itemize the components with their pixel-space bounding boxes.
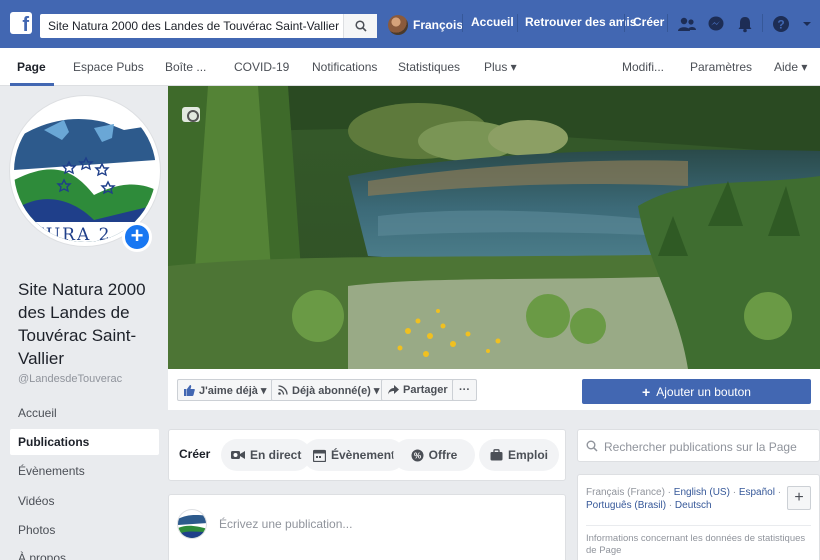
tab-page[interactable]: Page [17, 60, 46, 74]
nav-home-link[interactable]: Accueil [471, 15, 514, 29]
share-arrow-icon [388, 385, 399, 395]
page-title: Site Natura 2000 des Landes de Touvérac … [18, 280, 146, 368]
rss-icon [278, 385, 288, 395]
offer-tag-icon: % [411, 449, 424, 461]
svg-text:?: ? [777, 17, 784, 31]
search-button[interactable] [343, 14, 377, 38]
language-link-german[interactable]: Deutsch [675, 500, 712, 511]
liked-label: J'aime déjà ▾ [199, 384, 267, 397]
language-link-portuguese[interactable]: Português (Brasil) [586, 500, 666, 511]
natura-2000-logo: TURA 2 [14, 119, 156, 242]
user-avatar [388, 15, 408, 35]
more-languages-button[interactable]: + [787, 486, 811, 510]
calendar-icon [313, 449, 326, 462]
offer-label: Offre [428, 448, 458, 462]
global-search [40, 14, 377, 38]
tab-notifications[interactable]: Notifications [312, 60, 377, 74]
share-label: Partager [403, 384, 448, 396]
video-camera-icon [231, 451, 245, 459]
help-icon[interactable]: ? [770, 13, 792, 35]
logo-text: TURA 2 [33, 225, 112, 242]
camera-icon[interactable] [182, 107, 200, 122]
svg-text:%: % [414, 451, 421, 460]
event-button[interactable]: Évènement [303, 439, 406, 471]
global-search-input[interactable] [40, 14, 340, 38]
sidebar-item-videos[interactable]: Vidéos [10, 488, 159, 514]
job-label: Emploi [507, 448, 548, 462]
divider [586, 525, 811, 526]
nav-find-friends-link[interactable]: Retrouver des amis [525, 15, 636, 29]
page-username[interactable]: @LandesdeTouverac [18, 373, 122, 385]
nav-divider [517, 14, 518, 32]
nav-divider [462, 14, 463, 32]
add-a-button[interactable]: + Ajouter un bouton [582, 379, 811, 404]
tab-settings[interactable]: Paramètres [690, 60, 752, 74]
profile-link[interactable]: François [388, 15, 463, 35]
sidebar-item-posts[interactable]: Publications [10, 429, 159, 455]
tab-ads[interactable]: Espace Pubs [73, 60, 144, 74]
page-posts-search[interactable]: Rechercher publications sur la Page [577, 429, 820, 462]
messenger-icon[interactable] [705, 13, 727, 35]
page-posts-search-placeholder: Rechercher publications sur la Page [604, 440, 797, 454]
go-live-button[interactable]: En direct [221, 439, 312, 471]
nav-divider [624, 14, 625, 32]
liked-button[interactable]: J'aime déjà ▾ [177, 379, 274, 401]
sidebar-item-photos[interactable]: Photos [10, 517, 159, 543]
tab-edit[interactable]: Modifi... [622, 60, 664, 74]
user-name: François [413, 18, 464, 32]
add-a-button-label: Ajouter un bouton [656, 384, 751, 399]
nav-divider [762, 14, 763, 32]
tab-covid[interactable]: COVID-19 [234, 60, 289, 74]
create-post-panel: Créer En direct Évènement % Offre Emploi [168, 429, 566, 481]
tab-help[interactable]: Aide ▾ [774, 60, 807, 74]
friends-icon[interactable] [676, 13, 698, 35]
languages-line-2: Português (Brasil) · Deutsch [586, 500, 712, 511]
event-label: Évènement [331, 448, 396, 462]
cover-photo[interactable] [168, 86, 820, 369]
page-tabs-bar: Page Espace Pubs Boîte ... COVID-19 Noti… [0, 48, 820, 86]
search-icon [354, 20, 367, 32]
search-icon [586, 440, 598, 452]
tab-statistics[interactable]: Statistiques [398, 60, 460, 74]
offer-button[interactable]: % Offre [393, 439, 475, 471]
dropdown-arrow-icon[interactable] [796, 13, 818, 35]
language-link-spanish[interactable]: Español [739, 487, 775, 498]
facebook-logo-icon[interactable]: f [10, 12, 32, 34]
page-insights-info[interactable]: Informations concernant les données de s… [586, 533, 811, 557]
sidebar-item-about[interactable]: À propos [10, 545, 159, 560]
sidebar-item-events[interactable]: Évènements [10, 458, 159, 484]
active-tab-indicator [10, 83, 54, 86]
share-button[interactable]: Partager [381, 379, 455, 401]
write-post-placeholder: Écrivez une publication... [219, 517, 353, 531]
languages-line-1: Français (France) · English (US) · Españ… [586, 487, 782, 498]
briefcase-icon [490, 449, 503, 461]
go-live-label: En direct [250, 448, 302, 462]
page-avatar [177, 509, 207, 539]
following-button[interactable]: Déjà abonné(e) ▾ [271, 379, 387, 401]
current-language: Français (France) [586, 487, 665, 498]
write-post-box[interactable]: Écrivez une publication... [168, 494, 566, 560]
job-button[interactable]: Emploi [479, 439, 559, 471]
languages-panel: Français (France) · English (US) · Españ… [577, 474, 820, 560]
plus-icon: + [642, 383, 651, 400]
update-photo-button[interactable]: + [122, 222, 152, 252]
sidebar-item-home[interactable]: Accueil [10, 400, 159, 426]
thumbs-up-icon [184, 384, 195, 396]
tab-inbox[interactable]: Boîte ... [165, 60, 206, 74]
cover-landscape-image [168, 86, 820, 369]
top-navigation-bar: f François Accueil Retrouver des amis Cr… [0, 0, 820, 48]
following-label: Déjà abonné(e) ▾ [292, 384, 380, 397]
notifications-icon[interactable] [734, 13, 756, 35]
language-link-english[interactable]: English (US) [674, 487, 730, 498]
more-options-label: ··· [459, 384, 470, 396]
tab-more[interactable]: Plus ▾ [484, 60, 517, 74]
nav-divider [667, 14, 668, 32]
create-label: Créer [179, 447, 211, 461]
nav-create-link[interactable]: Créer [633, 15, 664, 29]
more-options-button[interactable]: ··· [452, 379, 477, 401]
